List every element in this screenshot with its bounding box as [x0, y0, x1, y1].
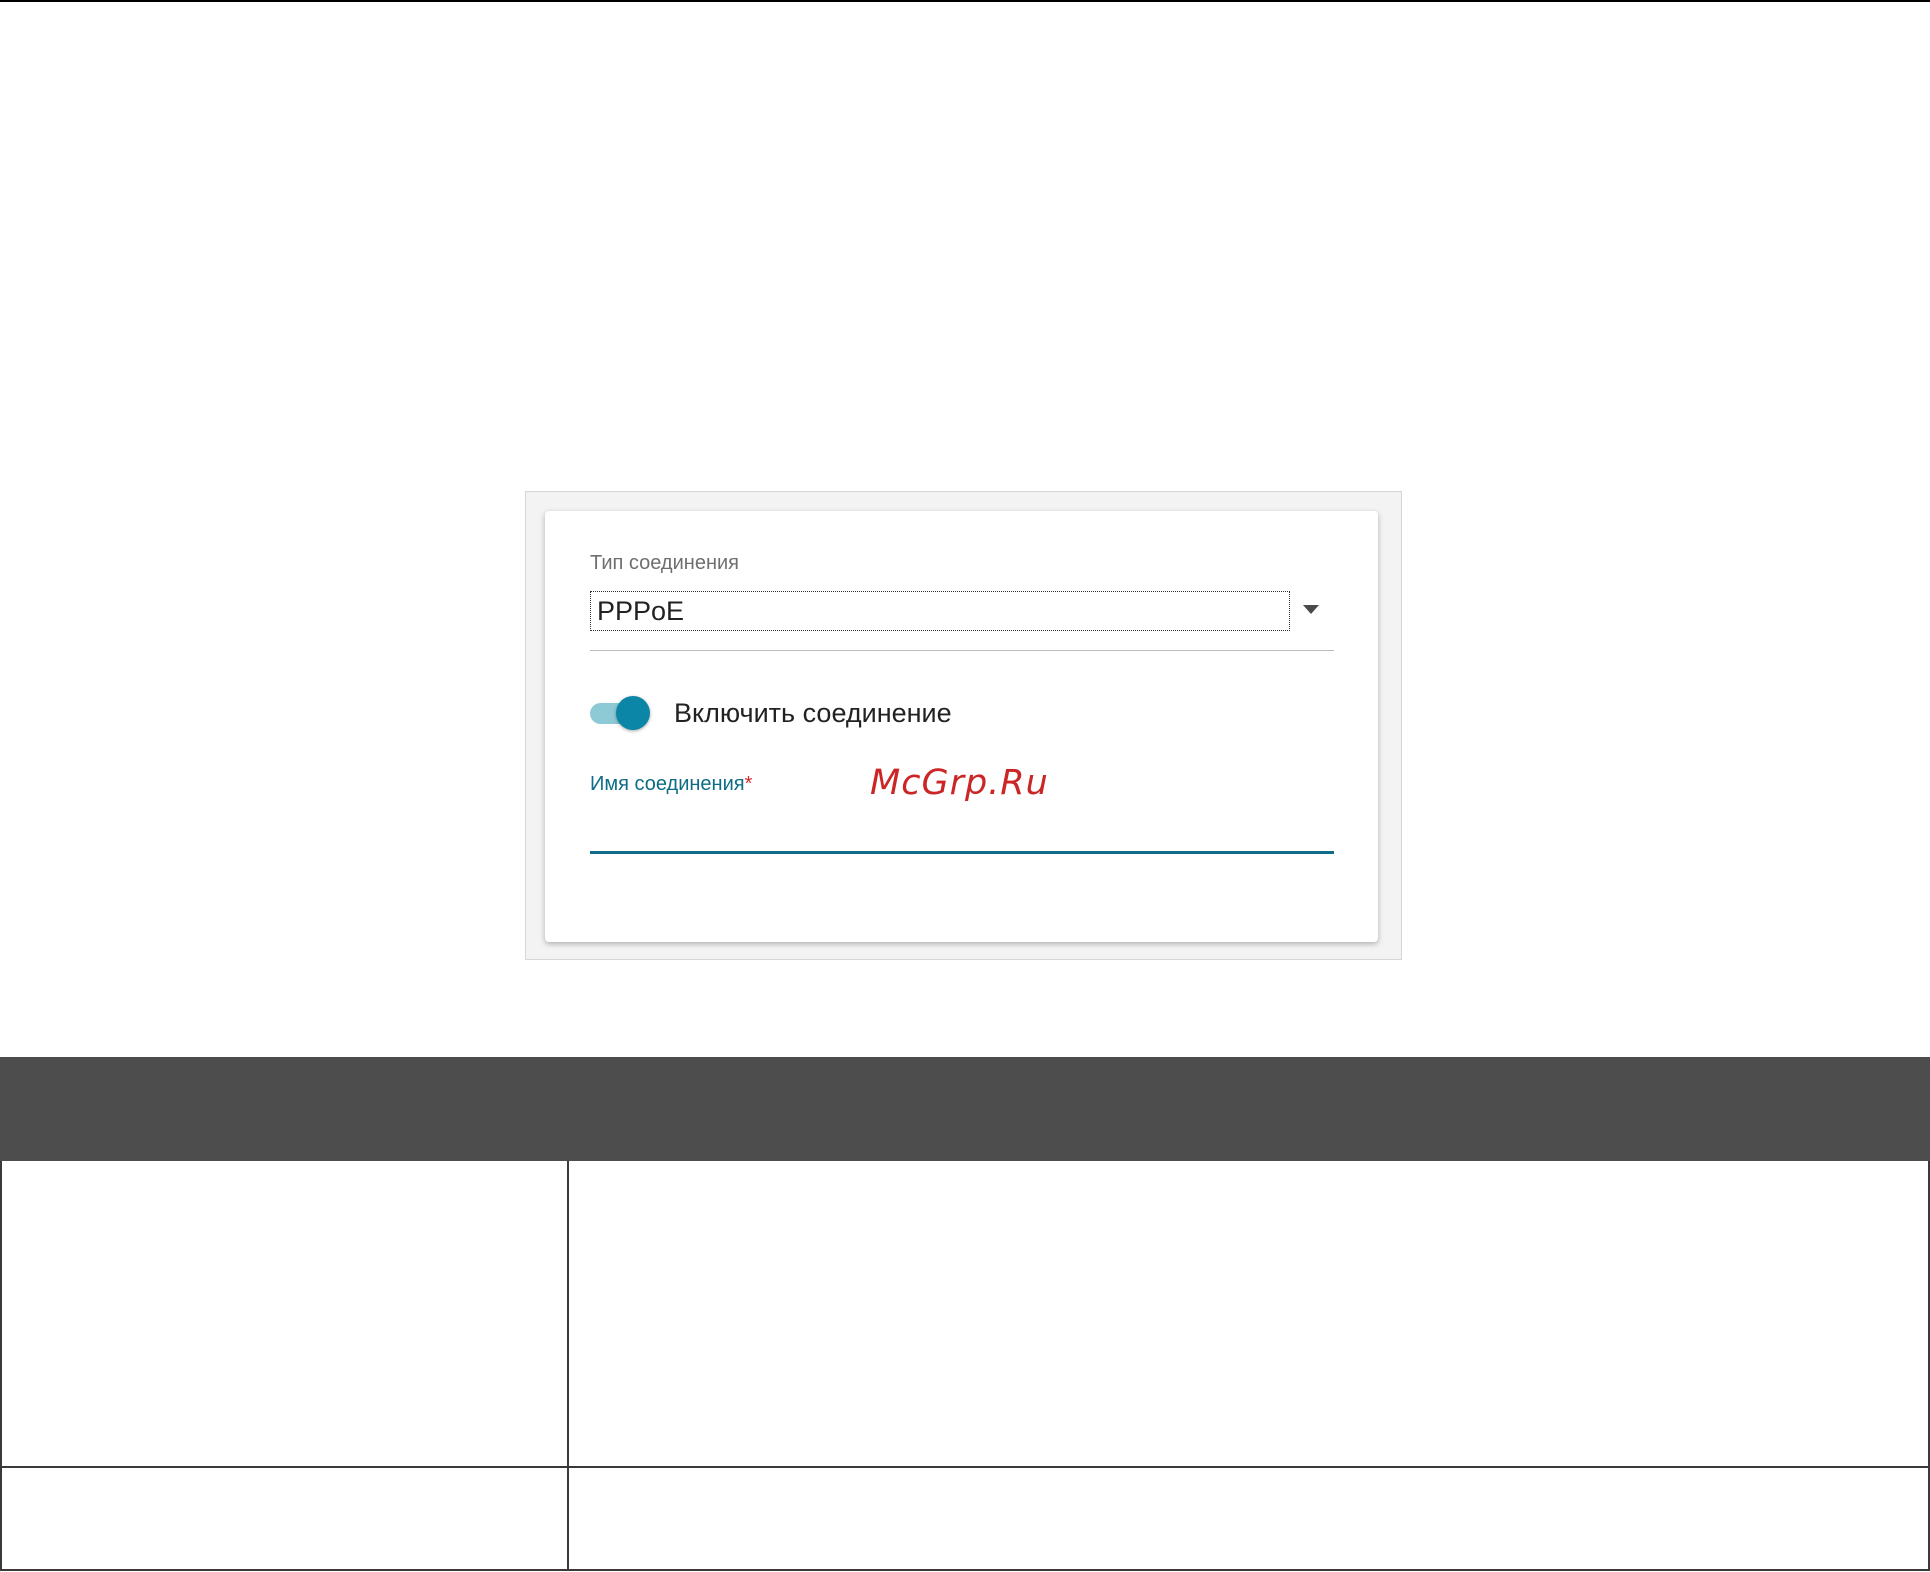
connection-type-select[interactable]: PPPoE [590, 591, 1290, 631]
connection-type-label: Тип соединения [590, 552, 739, 574]
screenshot-frame: Тип соединения PPPoE Включить соединение… [525, 491, 1402, 960]
select-underline [590, 650, 1334, 651]
connection-name-input[interactable] [590, 811, 1334, 854]
enable-connection-label: Включить соединение [674, 698, 952, 728]
connection-settings-card: Тип соединения PPPoE Включить соединение… [545, 511, 1378, 942]
connection-name-label-text: Имя соединения [590, 773, 745, 795]
watermark-text: McGrp.Ru [870, 763, 1049, 803]
toggle-thumb[interactable] [616, 696, 650, 730]
top-rule [0, 0, 1930, 2]
chevron-down-icon[interactable] [1303, 605, 1319, 614]
table-header [0, 1057, 1930, 1161]
table-cell-divider [567, 1466, 569, 1569]
required-mark: * [744, 773, 753, 795]
table-row [0, 1466, 1930, 1571]
connection-name-label: Имя соединения* [590, 773, 752, 796]
enable-connection-toggle[interactable] [590, 696, 652, 730]
table-cell-divider [567, 1161, 569, 1466]
table-row [0, 1161, 1930, 1468]
